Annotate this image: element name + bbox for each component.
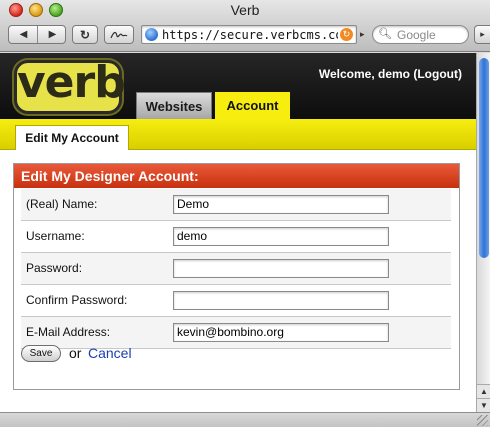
subtab-edit-my-account[interactable]: Edit My Account [15, 125, 129, 150]
window-title: Verb [230, 2, 260, 18]
scroll-down-arrow-icon[interactable]: ▼ [477, 398, 490, 412]
address-input[interactable]: https://secure.verbcms.com/d [162, 27, 338, 43]
scroll-up-arrow-icon[interactable]: ▲ [477, 384, 490, 398]
forward-arrow-icon[interactable]: ▶ [38, 26, 65, 43]
logo-text: verb [17, 57, 126, 108]
reload-button[interactable]: ↻ [72, 25, 98, 44]
form-row-username: Username: demo [21, 221, 451, 253]
email-input[interactable]: kevin@bombino.org [173, 323, 389, 342]
search-field[interactable]: 🔍︎ Google [372, 25, 469, 44]
address-bar[interactable]: https://secure.verbcms.com/d ↻ [141, 25, 357, 44]
verb-logo[interactable]: verb [14, 57, 126, 114]
or-text: or [69, 345, 82, 361]
address-dropdown-icon[interactable]: ▸ [360, 29, 365, 40]
logout-link[interactable]: (Logout) [413, 67, 462, 81]
web-page: verb Welcome, demo (Logout) Websites Acc… [0, 53, 476, 412]
reload-icon: ↻ [79, 27, 91, 42]
save-button[interactable]: Save [21, 345, 61, 362]
cancel-link[interactable]: Cancel [88, 345, 132, 361]
back-arrow-icon[interactable]: ◀ [9, 26, 38, 43]
form-row-real-name: (Real) Name: Demo [21, 189, 451, 221]
back-forward-buttons: ◀ ▶ [8, 25, 66, 44]
bookmark-button[interactable] [104, 25, 134, 44]
email-label: E-Mail Address: [26, 325, 111, 339]
form-row-password: Password: [21, 253, 451, 285]
scrollbar-thumb[interactable] [479, 58, 489, 258]
panel-heading: Edit My Designer Account: [14, 164, 459, 188]
browser-toolbar: Verb ◀ ▶ ↻ https://secure.verbcms.com/d … [0, 0, 490, 52]
password-label: Password: [26, 261, 83, 275]
signature-icon [110, 31, 128, 38]
resize-grip-icon[interactable] [477, 415, 488, 426]
username-input[interactable]: demo [173, 227, 389, 246]
form-row-email: E-Mail Address: kevin@bombino.org [21, 317, 451, 349]
globe-icon [145, 28, 158, 41]
welcome-text: Welcome, demo [318, 67, 411, 81]
edit-account-panel: Edit My Designer Account: (Real) Name: D… [13, 163, 460, 390]
real-name-input[interactable]: Demo [173, 195, 389, 214]
search-input[interactable]: Google [397, 27, 436, 43]
vertical-scrollbar[interactable]: ▲ ▼ [476, 53, 490, 412]
welcome-message: Welcome, demo (Logout) [319, 67, 462, 81]
search-icon: 🔍︎ [378, 28, 392, 40]
password-input[interactable] [173, 259, 389, 278]
confirm-password-label: Confirm Password: [26, 293, 128, 307]
refresh-site-icon[interactable]: ↻ [340, 28, 353, 41]
status-bar [0, 412, 490, 427]
sidebar-toggle-button[interactable]: ▸ [474, 25, 490, 44]
username-label: Username: [26, 229, 85, 243]
site-header: verb Welcome, demo (Logout) Websites Acc… [0, 53, 476, 119]
tab-account[interactable]: Account [215, 92, 290, 119]
real-name-label: (Real) Name: [26, 197, 98, 211]
form-row-confirm-password: Confirm Password: [21, 285, 451, 317]
confirm-password-input[interactable] [173, 291, 389, 310]
tab-websites[interactable]: Websites [136, 92, 212, 119]
